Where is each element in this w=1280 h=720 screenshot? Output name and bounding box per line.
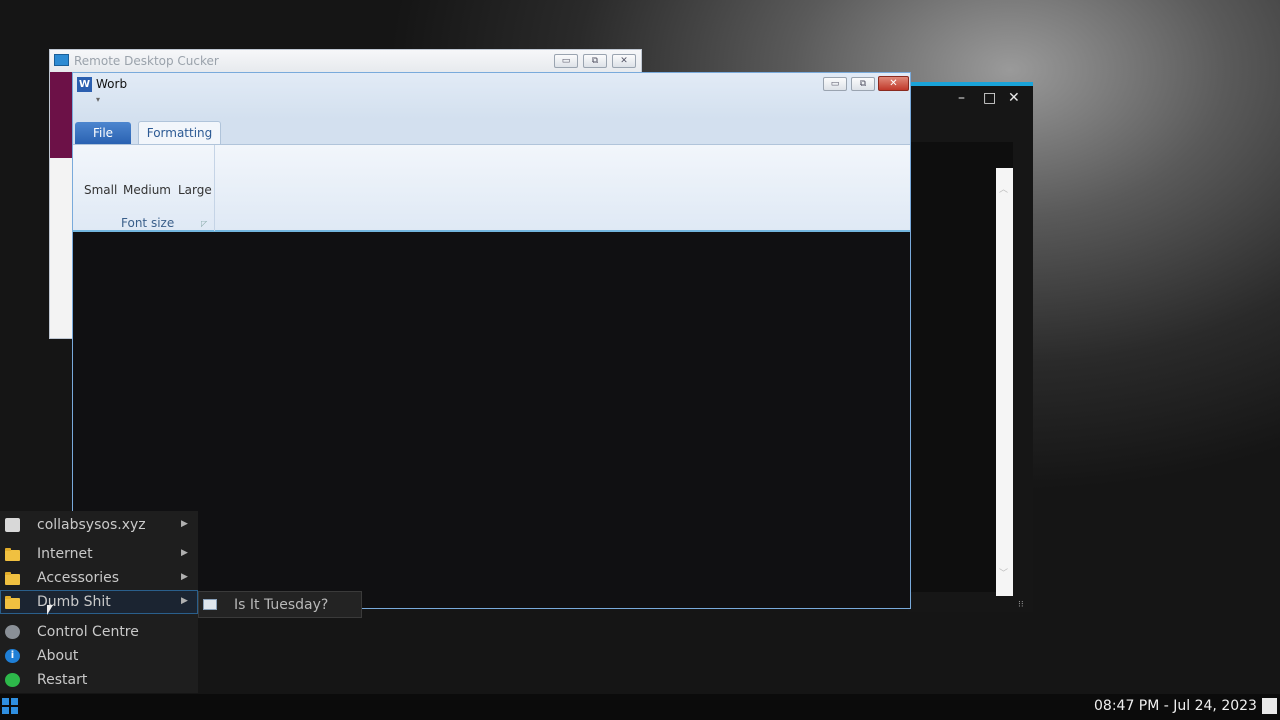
menu-item-label: Accessories [37, 570, 120, 586]
ribbon-panel: Small Medium Large Font size ◸ [73, 144, 910, 232]
minimize-button[interactable]: ▭ [554, 54, 578, 68]
minimize-button[interactable]: ▭ [823, 77, 847, 91]
resize-grip-icon[interactable]: ⁝⁝ [1018, 600, 1024, 610]
menu-item-restart[interactable]: Restart [0, 668, 198, 692]
taskbar-clock[interactable]: 08:47 PM - Jul 24, 2023 [1094, 698, 1257, 714]
monitor-icon [54, 54, 69, 66]
worb-title: Worb [96, 77, 128, 91]
menu-item-internet[interactable]: Internet ▶ [0, 542, 198, 566]
worb-app-icon: W [77, 77, 92, 92]
menu-item-control-centre[interactable]: Control Centre [0, 620, 198, 644]
folder-icon [5, 548, 20, 561]
start-tile [11, 707, 18, 714]
window-app-icon [203, 599, 217, 610]
gear-icon [5, 625, 20, 639]
notification-icon[interactable] [1262, 698, 1277, 714]
tab-file[interactable]: File [75, 122, 131, 144]
tab-formatting[interactable]: Formatting [138, 121, 221, 144]
minimize-button[interactable]: – [958, 90, 965, 106]
font-size-large-button[interactable]: Large [178, 183, 212, 197]
quick-access-dropdown-icon[interactable]: ▾ [96, 95, 100, 104]
remote-desktop-title: Remote Desktop Cucker [74, 54, 219, 68]
chevron-right-icon: ▶ [181, 519, 188, 529]
menu-item-dumb-shit[interactable]: Dumb Shit ▶ [0, 590, 198, 614]
ribbon-tabs: File Formatting [73, 119, 910, 144]
taskbar: 08:47 PM - Jul 24, 2023 [0, 694, 1280, 720]
start-menu: collabsysos.xyz ▶ Internet ▶ Accessories… [0, 511, 198, 693]
restore-button[interactable]: ⧉ [851, 77, 875, 91]
remote-session-strip [50, 72, 72, 158]
menu-item-label: collabsysos.xyz [37, 517, 146, 533]
close-button[interactable]: ✕ [1008, 90, 1020, 106]
font-size-group-label: Font size [121, 216, 175, 230]
dialog-launcher-icon[interactable]: ◸ [201, 219, 207, 228]
menu-item-label: Internet [37, 546, 93, 562]
remote-desktop-titlebar[interactable]: Remote Desktop Cucker ▭ ⧉ ✕ [50, 50, 641, 72]
scroll-up-icon[interactable]: ︿ [999, 182, 1008, 195]
submenu-dumb-shit: Is It Tuesday? [198, 591, 362, 618]
submenu-item-label: Is It Tuesday? [234, 597, 329, 613]
chevron-right-icon: ▶ [181, 596, 188, 606]
vertical-scrollbar[interactable]: ︿ ﹀ [996, 168, 1013, 596]
document-editor[interactable] [73, 232, 910, 608]
folder-icon [5, 572, 20, 585]
restart-icon [5, 673, 20, 687]
submenu-item-is-it-tuesday[interactable]: Is It Tuesday? [199, 592, 361, 617]
menu-item-collabsysos[interactable]: collabsysos.xyz ▶ [0, 513, 198, 537]
user-icon [5, 518, 20, 532]
worb-titlebar[interactable]: W Worb ▾ ▭ ⧉ ✕ [73, 73, 910, 119]
scroll-down-icon[interactable]: ﹀ [999, 566, 1008, 579]
chevron-right-icon: ▶ [181, 548, 188, 558]
font-size-medium-button[interactable]: Medium [123, 183, 171, 197]
info-icon: i [5, 649, 20, 663]
font-size-group: Small Medium Large Font size ◸ [73, 145, 215, 231]
close-button[interactable]: ✕ [612, 54, 636, 68]
menu-item-label: About [37, 648, 79, 664]
chevron-right-icon: ▶ [181, 572, 188, 582]
maximize-button[interactable]: □ [983, 90, 996, 106]
folder-icon [5, 596, 20, 609]
start-tile [11, 698, 18, 705]
menu-item-about[interactable]: i About [0, 644, 198, 668]
restore-button[interactable]: ⧉ [583, 54, 607, 68]
menu-item-label: Restart [37, 672, 88, 688]
close-button[interactable]: ✕ [878, 76, 909, 91]
mouse-cursor-icon [47, 605, 53, 615]
font-size-small-button[interactable]: Small [84, 183, 117, 197]
menu-item-accessories[interactable]: Accessories ▶ [0, 566, 198, 590]
start-tile [2, 698, 9, 705]
start-tile [2, 707, 9, 714]
dark-window[interactable]: – □ ✕ ︿ ﹀ ⁝⁝ [908, 82, 1033, 612]
start-button[interactable] [2, 698, 19, 715]
menu-item-label: Control Centre [37, 624, 139, 640]
